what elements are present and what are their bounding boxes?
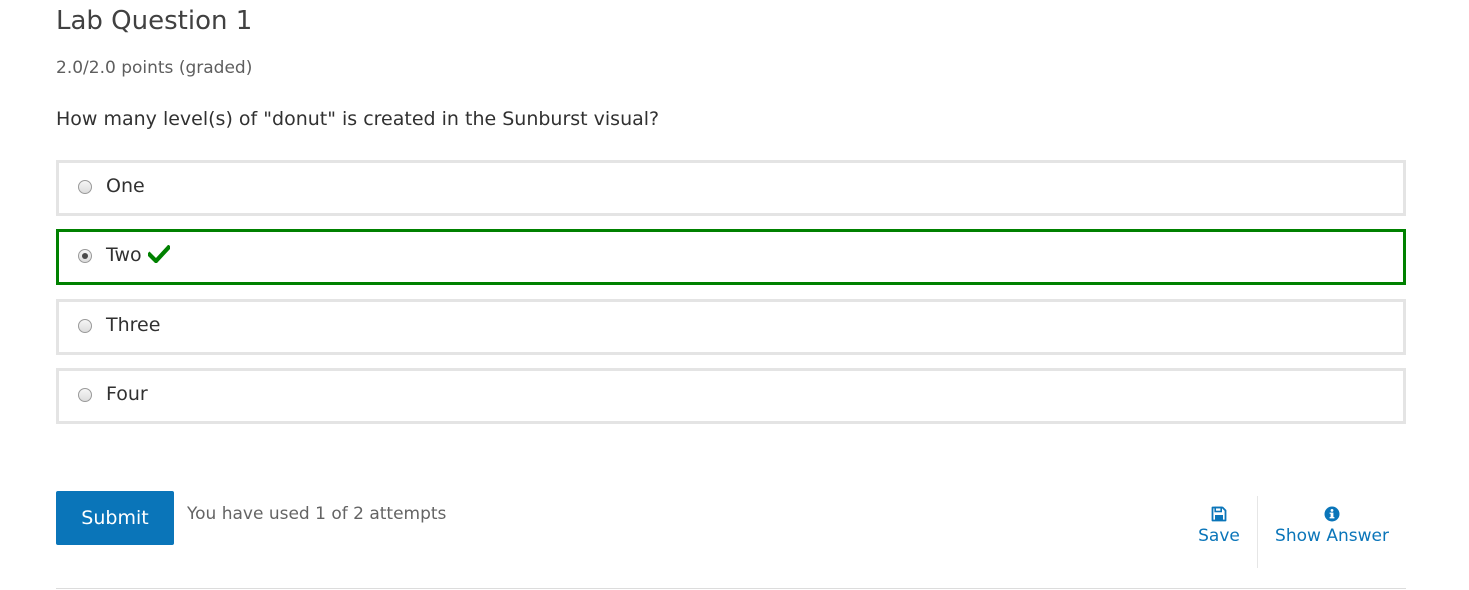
- problem-title: Lab Question 1: [56, 6, 253, 36]
- choice-one[interactable]: One: [56, 160, 1406, 216]
- choice-label: Two: [106, 244, 142, 266]
- floppy-disk-icon: [1211, 506, 1227, 522]
- check-icon: [147, 245, 170, 263]
- attempts-text: You have used 1 of 2 attempts: [187, 504, 447, 524]
- divider: [56, 588, 1406, 589]
- radio-two[interactable]: [78, 249, 92, 263]
- submit-button[interactable]: Submit: [56, 491, 174, 545]
- action-divider: [1257, 496, 1258, 568]
- question-text: How many level(s) of "donut" is created …: [56, 108, 660, 130]
- radio-one[interactable]: [78, 180, 92, 194]
- choice-label: Four: [106, 383, 148, 405]
- choice-three[interactable]: Three: [56, 299, 1406, 355]
- problem-progress: 2.0/2.0 points (graded): [56, 58, 253, 78]
- choice-label-wrapper: Two: [106, 244, 170, 266]
- save-button[interactable]: Save: [1194, 506, 1244, 546]
- choice-four[interactable]: Four: [56, 368, 1406, 424]
- save-label: Save: [1198, 526, 1240, 546]
- info-circle-icon: [1324, 506, 1340, 522]
- problem-container: Lab Question 1 2.0/2.0 points (graded) H…: [56, 0, 1406, 590]
- radio-four[interactable]: [78, 388, 92, 402]
- choice-label: Three: [106, 314, 161, 336]
- show-answer-button[interactable]: Show Answer: [1271, 506, 1393, 546]
- choice-label: One: [106, 175, 145, 197]
- radio-three[interactable]: [78, 319, 92, 333]
- show-answer-label: Show Answer: [1275, 526, 1389, 546]
- choice-two[interactable]: Two: [56, 229, 1406, 285]
